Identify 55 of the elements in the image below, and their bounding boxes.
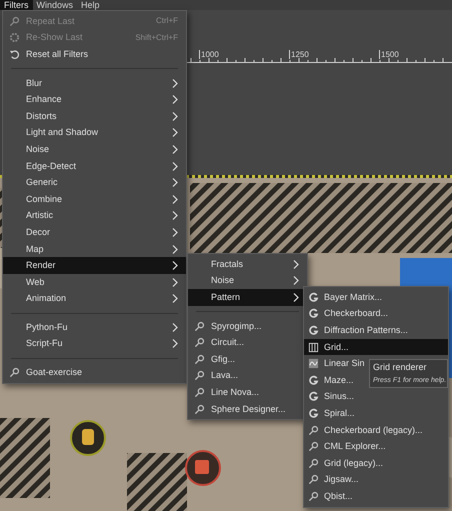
g-letter-icon — [308, 391, 319, 402]
menu-item[interactable]: Line Nova... — [188, 384, 307, 401]
menu-item[interactable]: Edge-Detect — [3, 158, 186, 174]
menu-item[interactable]: Script-Fu — [3, 336, 186, 352]
menu-item[interactable]: Generic — [3, 174, 186, 191]
menu-item[interactable]: Reset all Filters — [3, 46, 186, 63]
menu-item[interactable]: Distorts — [3, 108, 186, 125]
menu-item[interactable]: Light and Shadow — [3, 124, 186, 142]
menu-item[interactable]: Lava... — [188, 368, 307, 384]
ruler-label: 1250 — [289, 50, 309, 59]
menu-item[interactable]: Fractals — [188, 256, 307, 273]
menu-item[interactable]: Combine — [3, 190, 186, 208]
ruler-label: 1000 — [199, 50, 219, 59]
menu-item[interactable]: Sphere Designer... — [188, 400, 307, 418]
g-letter-icon — [308, 408, 319, 419]
menu-item[interactable]: Animation — [3, 290, 186, 308]
menu-item[interactable]: Diffraction Patterns... — [304, 322, 448, 339]
menu-item[interactable]: Sinus... — [304, 388, 448, 406]
menu-item[interactable]: Grid (legacy)... — [304, 454, 448, 472]
menu-item[interactable]: Bayer Matrix... — [304, 289, 448, 306]
menu-item[interactable]: Artistic — [3, 208, 186, 224]
menu-item[interactable]: Spiral... — [304, 405, 448, 422]
tooltip-title: Grid renderer — [373, 362, 428, 373]
menu-item[interactable]: Web — [3, 274, 186, 290]
menu-item[interactable]: Decor — [3, 224, 186, 241]
g-letter-icon — [308, 292, 319, 303]
menubar-item[interactable]: Windows — [32, 0, 78, 10]
menu-item[interactable]: Render — [3, 257, 186, 274]
g-letter-icon — [308, 324, 319, 336]
ruler-label: 1500 — [379, 50, 399, 59]
menu-item[interactable]: CML Explorer... — [304, 438, 448, 455]
menu-item[interactable]: Enhance — [3, 91, 186, 108]
menu-item[interactable]: Grid... — [304, 338, 448, 356]
menu-item[interactable]: Blur — [3, 74, 186, 92]
menu-item[interactable]: Circuit... — [188, 334, 307, 351]
menu-item[interactable]: Noise — [188, 272, 307, 290]
g-letter-icon — [308, 374, 319, 386]
menu-item[interactable]: Noise — [3, 141, 186, 158]
menu-item[interactable]: Goat-exercise — [3, 364, 186, 381]
shortcut-label: Shift+Ctrl+F — [135, 32, 178, 43]
menu-item[interactable]: Gfig... — [188, 350, 307, 368]
menu-item[interactable]: Map — [3, 240, 186, 258]
menubar-item[interactable]: Filters — [0, 0, 32, 10]
g-letter-icon — [308, 308, 319, 320]
menu-item[interactable]: Checkerboard (legacy)... — [304, 422, 448, 438]
menu-item[interactable]: Python-Fu — [3, 319, 186, 336]
menu-item[interactable]: Spyrogimp... — [188, 318, 307, 334]
menubar-item[interactable]: Help — [77, 0, 104, 10]
wave-icon — [308, 358, 319, 370]
reset-icon — [9, 48, 20, 60]
shortcut-label: Ctrl+F — [156, 16, 178, 26]
menu-item[interactable]: Qbist... — [304, 488, 448, 505]
menu-item[interactable]: Checkerboard... — [304, 306, 448, 322]
grid-icon — [308, 342, 319, 353]
menu-item[interactable]: Jigsaw... — [304, 472, 448, 488]
